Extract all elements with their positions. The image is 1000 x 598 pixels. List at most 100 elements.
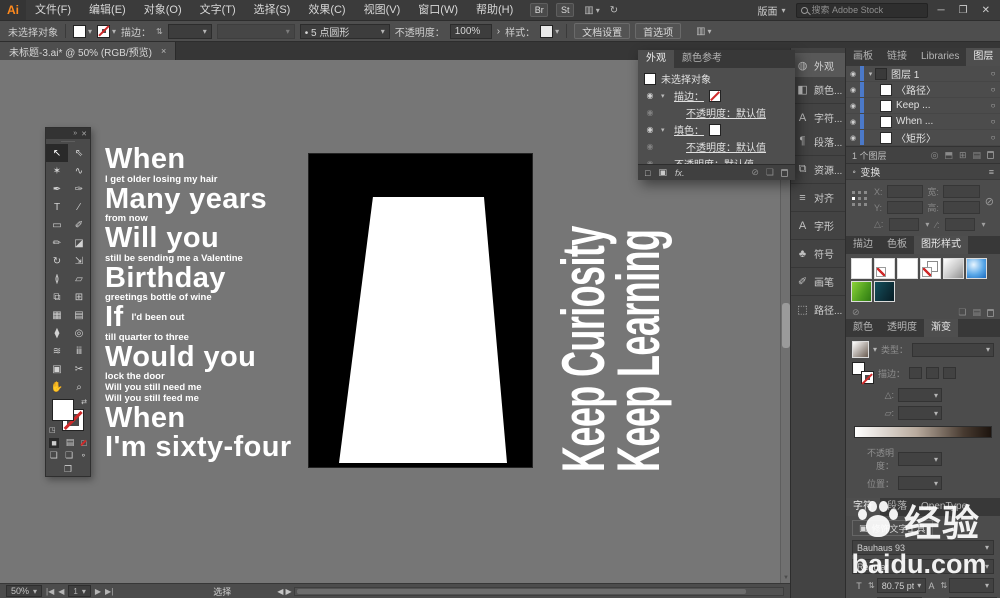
next-artboard-icon[interactable]: ▶ (95, 587, 101, 596)
gradient-slider[interactable] (854, 426, 992, 438)
y-field[interactable] (887, 201, 924, 214)
menu-item[interactable]: 选择(S) (245, 0, 300, 20)
target-icon[interactable]: ○ (986, 85, 1000, 94)
search-input[interactable] (812, 5, 923, 15)
stroke-swatch[interactable] (709, 90, 721, 102)
layer-row[interactable]: ◉ ▾ 图层 1 ○ (846, 66, 1000, 82)
target-icon[interactable]: ○ (986, 69, 1000, 78)
menu-item[interactable]: 窗口(W) (409, 0, 467, 20)
opacity-default-label[interactable]: 不透明度：默认值 (686, 139, 766, 154)
appearance-row-global-opacity[interactable]: ◉ 不透明度：默认值 (638, 155, 795, 164)
width-profile-dropdown[interactable]: ▾ (217, 24, 295, 39)
trash-icon[interactable] (987, 151, 994, 159)
gradient-opacity-field[interactable]: ▾ (898, 452, 942, 466)
tool-perspective-grid[interactable]: ⊞ (68, 288, 90, 306)
panel-tab[interactable]: 描边 (846, 236, 880, 254)
style-swatch[interactable] (874, 281, 895, 302)
tool-mesh[interactable]: ▦ (46, 306, 68, 324)
stroke-weight-stepper[interactable]: ⇅ (156, 27, 163, 36)
stroke-across-icon[interactable] (943, 367, 956, 379)
reference-point-locator[interactable] (852, 191, 869, 208)
touch-type-tool-button[interactable]: ▣ 修饰文字工具 (852, 520, 933, 536)
tool-line-segment[interactable]: ∕ (68, 198, 90, 216)
tool-free-transform[interactable]: ▱ (68, 270, 90, 288)
strip-item[interactable]: ≡ 对齐 (791, 183, 845, 209)
panel-tab[interactable]: 字符 (846, 498, 880, 516)
screen-mode-button[interactable]: ❐ (46, 462, 90, 476)
color-button[interactable]: ■ (49, 438, 58, 448)
prev-artboard-icon[interactable]: ◀ (58, 587, 64, 596)
eye-icon[interactable]: ◉ (846, 70, 860, 78)
target-icon[interactable]: ○ (986, 101, 1000, 110)
strip-item[interactable]: A 字形 (791, 211, 845, 237)
tool-gradient[interactable]: ▤ (68, 306, 90, 324)
strip-item[interactable]: ◧ 颜色... (791, 77, 845, 101)
layer-row[interactable]: ◉ ▾ When ... ○ (846, 114, 1000, 130)
layer-name[interactable]: 图层 1 (891, 66, 986, 81)
new-sublayer-icon[interactable]: ⊞ (959, 150, 967, 161)
none-button[interactable]: □ (81, 438, 86, 448)
duplicate-icon[interactable]: ❏ (766, 167, 774, 178)
expander-icon[interactable]: ▾ (866, 70, 875, 78)
trash-icon[interactable] (781, 169, 788, 177)
expander-icon[interactable]: ▾ (661, 126, 669, 134)
menu-item[interactable]: 帮助(H) (467, 0, 522, 20)
tool-paintbrush[interactable]: ✐ (68, 216, 90, 234)
stroke-color-control[interactable]: ▾ (97, 25, 116, 38)
strip-item[interactable]: ✐ 画笔 (791, 267, 845, 293)
panel-tab[interactable]: 画板 (846, 48, 880, 66)
lyrics-text-block[interactable]: When I get older losing my hair Many yea… (105, 145, 315, 462)
stock-search[interactable] (796, 3, 928, 18)
leading-field[interactable]: ▾ (949, 578, 994, 593)
tool-direct-selection[interactable]: ⇖ (68, 144, 90, 162)
layer-row[interactable]: ◉ ▾ 〈矩形〉 ○ (846, 130, 1000, 146)
tool-selection[interactable]: ↖ (46, 144, 68, 162)
new-stroke-icon[interactable]: □ (645, 168, 650, 178)
brush-definition-dropdown[interactable]: • 5 点圆形▾ (300, 24, 390, 39)
eye-icon[interactable]: ◉ (644, 125, 656, 134)
panel-menu-icon[interactable]: ≡ (989, 167, 994, 177)
scroll-down-arrow[interactable]: ▼ (781, 574, 790, 583)
tool-eraser[interactable]: ◪ (68, 234, 90, 252)
tool-symbol-sprayer[interactable]: ≋ (46, 342, 68, 360)
scrollbar-thumb[interactable] (297, 589, 746, 594)
artboard[interactable] (308, 153, 533, 468)
style-swatch[interactable] (851, 281, 872, 302)
gradient-button[interactable]: ▤ (66, 437, 75, 448)
style-swatch[interactable] (874, 258, 895, 279)
collapse-icon[interactable]: » (73, 130, 77, 137)
stroke-within-icon[interactable] (909, 367, 922, 379)
appearance-row-fill[interactable]: ◉ ▾ 填色： (638, 121, 795, 138)
panel-tab[interactable]: 颜色 (846, 319, 880, 337)
draw-normal-button[interactable]: ❏ (50, 450, 58, 461)
eye-icon[interactable]: ◉ (644, 91, 656, 100)
style-swatch[interactable] (966, 258, 987, 279)
menu-item[interactable]: 编辑(E) (80, 0, 135, 20)
strip-item[interactable]: ⧉ 资源... (791, 155, 845, 181)
tool-eyedropper[interactable]: ⧫ (46, 324, 68, 342)
tool-pencil[interactable]: ✏ (46, 234, 68, 252)
panel-tab[interactable]: 外观 (638, 50, 674, 68)
tool-rectangle[interactable]: ▭ (46, 216, 68, 234)
menu-item[interactable]: 效果(C) (299, 0, 354, 20)
bridge-icon[interactable]: Br (530, 3, 548, 17)
stepper-icon[interactable]: ⇅ (941, 581, 948, 590)
style-swatch[interactable] (920, 258, 941, 279)
effects-icon[interactable]: fx. (675, 168, 685, 178)
panel-tab[interactable]: OpenType (914, 498, 974, 516)
tool-pen[interactable]: ✒ (46, 180, 68, 198)
strip-item[interactable]: A 字符... (791, 103, 845, 129)
clear-appearance-icon[interactable]: ⊘ (751, 167, 759, 178)
close-button[interactable]: ✕ (982, 5, 990, 16)
swap-fill-stroke-icon[interactable]: ⇄ (81, 398, 87, 406)
fill-color-control[interactable]: ▾ (73, 25, 92, 38)
target-icon[interactable]: ○ (986, 133, 1000, 142)
appearance-row-fill-opacity[interactable]: ◉ 不透明度：默认值 (638, 138, 795, 155)
tool-curvature[interactable]: ✑ (68, 180, 90, 198)
gradient-thumbnail[interactable] (852, 341, 869, 358)
opacity-field[interactable]: 100% (450, 24, 492, 39)
panel-tab[interactable]: 图形样式 (914, 236, 968, 254)
panel-tab[interactable]: 段落 (880, 498, 914, 516)
fill-swatch[interactable] (709, 124, 721, 136)
panel-tab[interactable]: 渐变 (924, 319, 958, 337)
